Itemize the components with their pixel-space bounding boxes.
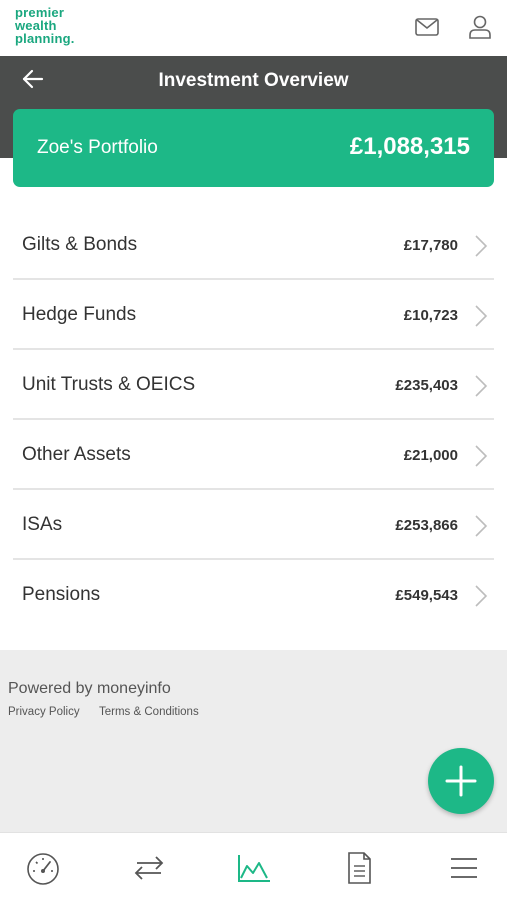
asset-label: ISAs [22, 514, 63, 535]
gauge-icon[interactable] [25, 851, 61, 885]
plus-icon [445, 765, 477, 797]
asset-value: £17,780 [403, 237, 458, 254]
asset-value: £549,543 [395, 587, 458, 604]
chevron-right-icon [475, 305, 488, 327]
transfer-arrows-icon[interactable] [131, 851, 167, 885]
asset-value: £10,723 [403, 307, 458, 324]
portfolio-summary-card[interactable]: Zoe's Portfolio £1,088,315 [13, 109, 494, 187]
asset-value: £235,403 [395, 377, 458, 394]
asset-value: £21,000 [403, 447, 458, 464]
asset-row-hedge-funds[interactable]: Hedge Funds £10,723 [13, 280, 494, 350]
chevron-right-icon [475, 375, 488, 397]
chevron-right-icon [475, 585, 488, 607]
asset-value: £253,866 [395, 517, 458, 534]
asset-label: Gilts & Bonds [22, 234, 138, 255]
asset-row-other-assets[interactable]: Other Assets £21,000 [13, 420, 494, 490]
premier-wealth-planning-logo[interactable]: premier wealth planning. [15, 6, 105, 45]
brand-bar: premier wealth planning. [0, 0, 507, 56]
footer: Powered by moneyinfo Privacy Policy Term… [0, 650, 507, 832]
portfolio-total-value: £1,088,315 [349, 133, 470, 160]
hamburger-menu-icon[interactable] [446, 851, 482, 885]
asset-label: Hedge Funds [22, 304, 137, 325]
chevron-right-icon [475, 445, 488, 467]
line-chart-icon[interactable] [236, 851, 272, 885]
terms-conditions-link[interactable]: Terms & Conditions [99, 706, 199, 718]
mail-icon[interactable] [414, 14, 440, 40]
document-icon[interactable] [341, 851, 377, 885]
privacy-policy-link[interactable]: Privacy Policy [8, 706, 80, 718]
page-title: Investment Overview [158, 70, 349, 91]
asset-label: Other Assets [22, 444, 131, 465]
chevron-right-icon [475, 515, 488, 537]
bottom-navigation [0, 832, 507, 900]
add-fab-button[interactable] [428, 748, 494, 814]
asset-row-isas[interactable]: ISAs £253,866 [13, 490, 494, 560]
asset-row-unit-trusts-oeics[interactable]: Unit Trusts & OEICS £235,403 [13, 350, 494, 420]
asset-label: Unit Trusts & OEICS [22, 374, 196, 395]
portfolio-name: Zoe's Portfolio [37, 137, 158, 158]
asset-label: Pensions [22, 584, 101, 605]
powered-by-text: Powered by moneyinfo [8, 680, 171, 697]
logo-line-3: planning. [15, 31, 75, 46]
asset-category-list: Gilts & Bonds £17,780 Hedge Funds £10,72… [13, 210, 494, 630]
asset-row-pensions[interactable]: Pensions £549,543 [13, 560, 494, 630]
asset-row-gilts-bonds[interactable]: Gilts & Bonds £17,780 [13, 210, 494, 280]
chevron-right-icon [475, 235, 488, 257]
user-profile-icon[interactable] [467, 14, 493, 40]
